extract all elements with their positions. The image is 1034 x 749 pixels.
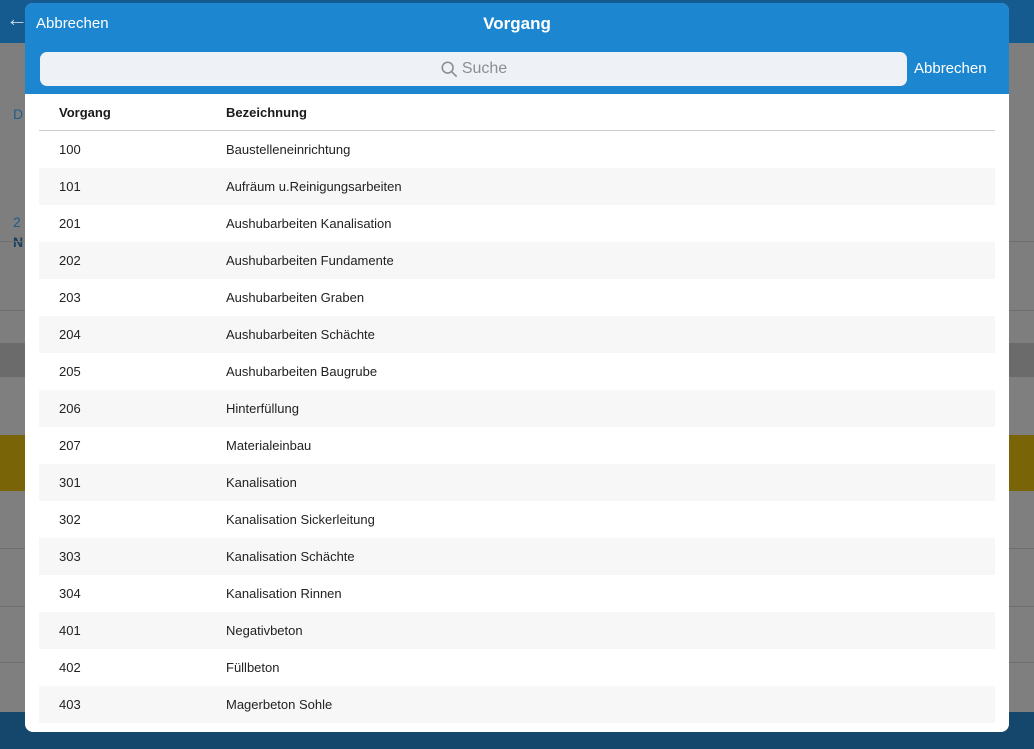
cell-vorgang: 303: [59, 549, 81, 564]
table-row[interactable]: 202 Aushubarbeiten Fundamente: [39, 242, 995, 279]
cell-vorgang: 301: [59, 475, 81, 490]
table-row[interactable]: 403 Magerbeton Sohle: [39, 686, 995, 723]
table-row[interactable]: 101 Aufräum u.Reinigungsarbeiten: [39, 168, 995, 205]
search-icon: [441, 61, 457, 78]
background-text: 2: [13, 214, 21, 230]
table-row[interactable]: 303 Kanalisation Schächte: [39, 538, 995, 575]
cell-vorgang: 202: [59, 253, 81, 268]
vorgang-table: Vorgang Bezeichnung 100 Baustelleneinrich…: [39, 94, 995, 723]
cell-vorgang: 402: [59, 660, 81, 675]
cell-vorgang: 304: [59, 586, 81, 601]
cell-vorgang: 302: [59, 512, 81, 527]
cell-vorgang: 204: [59, 327, 81, 342]
cell-bezeichnung: Kanalisation: [226, 475, 297, 490]
cell-vorgang: 201: [59, 216, 81, 231]
modal-title: Vorgang: [483, 14, 551, 33]
table-row[interactable]: 206 Hinterfüllung: [39, 390, 995, 427]
cell-bezeichnung: Aushubarbeiten Graben: [226, 290, 365, 305]
cell-bezeichnung: Kanalisation Rinnen: [226, 586, 342, 601]
table-row[interactable]: 204 Aushubarbeiten Schächte: [39, 316, 995, 353]
cell-vorgang: 203: [59, 290, 81, 305]
cell-bezeichnung: Kanalisation Sickerleitung: [226, 512, 375, 527]
cell-bezeichnung: Hinterfüllung: [226, 401, 299, 416]
column-header-vorgang: Vorgang: [59, 105, 111, 120]
cell-vorgang: 101: [59, 179, 81, 194]
cell-bezeichnung: Materialeinbau: [226, 438, 312, 453]
search-cancel-button[interactable]: Abbrechen: [914, 60, 987, 77]
column-header-bezeichnung: Bezeichnung: [226, 105, 307, 120]
table-row[interactable]: 207 Materialeinbau: [39, 427, 995, 464]
table-row[interactable]: 301 Kanalisation: [39, 464, 995, 501]
cell-bezeichnung: Kanalisation Schächte: [226, 549, 355, 564]
table-body: 100 Baustelleneinrichtung 101 Aufräum u.Rei…: [39, 131, 995, 723]
cell-vorgang: 401: [59, 623, 81, 638]
cell-bezeichnung: Baustelleneinrichtung: [226, 142, 351, 157]
background-text: D: [13, 106, 24, 122]
cell-vorgang: 403: [59, 697, 81, 712]
cell-bezeichnung: Füllbeton: [226, 660, 280, 675]
search-input[interactable]: Suche: [40, 52, 907, 86]
table-row[interactable]: 100 Baustelleneinrichtung: [39, 131, 995, 168]
cell-bezeichnung: Aushubarbeiten Kanalisation: [226, 216, 392, 231]
table-row[interactable]: 203 Aushubarbeiten Graben: [39, 279, 995, 316]
cell-bezeichnung: Aushubarbeiten Schächte: [226, 327, 375, 342]
cell-bezeichnung: Aushubarbeiten Fundamente: [226, 253, 394, 268]
cell-bezeichnung: Negativbeton: [226, 623, 303, 638]
table-row[interactable]: 201 Aushubarbeiten Kanalisation: [39, 205, 995, 242]
table-row[interactable]: 304 Kanalisation Rinnen: [39, 575, 995, 612]
cell-vorgang: 205: [59, 364, 81, 379]
cell-bezeichnung: Aushubarbeiten Baugrube: [226, 364, 378, 379]
background-text: N: [13, 234, 24, 250]
cell-vorgang: 206: [59, 401, 81, 416]
table-header: Vorgang Bezeichnung: [39, 94, 995, 131]
cell-bezeichnung: Magerbeton Sohle: [226, 697, 333, 712]
modal-header: Abbrechen Vorgang Suche Abbrechen: [25, 3, 1009, 94]
table-row[interactable]: 401 Negativbeton: [39, 612, 995, 649]
vorgang-picker-modal: Abbrechen Vorgang Suche Abbrechen Vorgan…: [25, 3, 1009, 732]
table-row[interactable]: 205 Aushubarbeiten Baugrube: [39, 353, 995, 390]
search-placeholder: Suche: [461, 60, 508, 77]
table-row[interactable]: 302 Kanalisation Sickerleitung: [39, 501, 995, 538]
table-row[interactable]: 402 Füllbeton: [39, 649, 995, 686]
cell-vorgang: 100: [59, 142, 81, 157]
cell-vorgang: 207: [59, 438, 81, 453]
cell-bezeichnung: Aufräum u.Reinigungsarbeiten: [226, 179, 402, 194]
